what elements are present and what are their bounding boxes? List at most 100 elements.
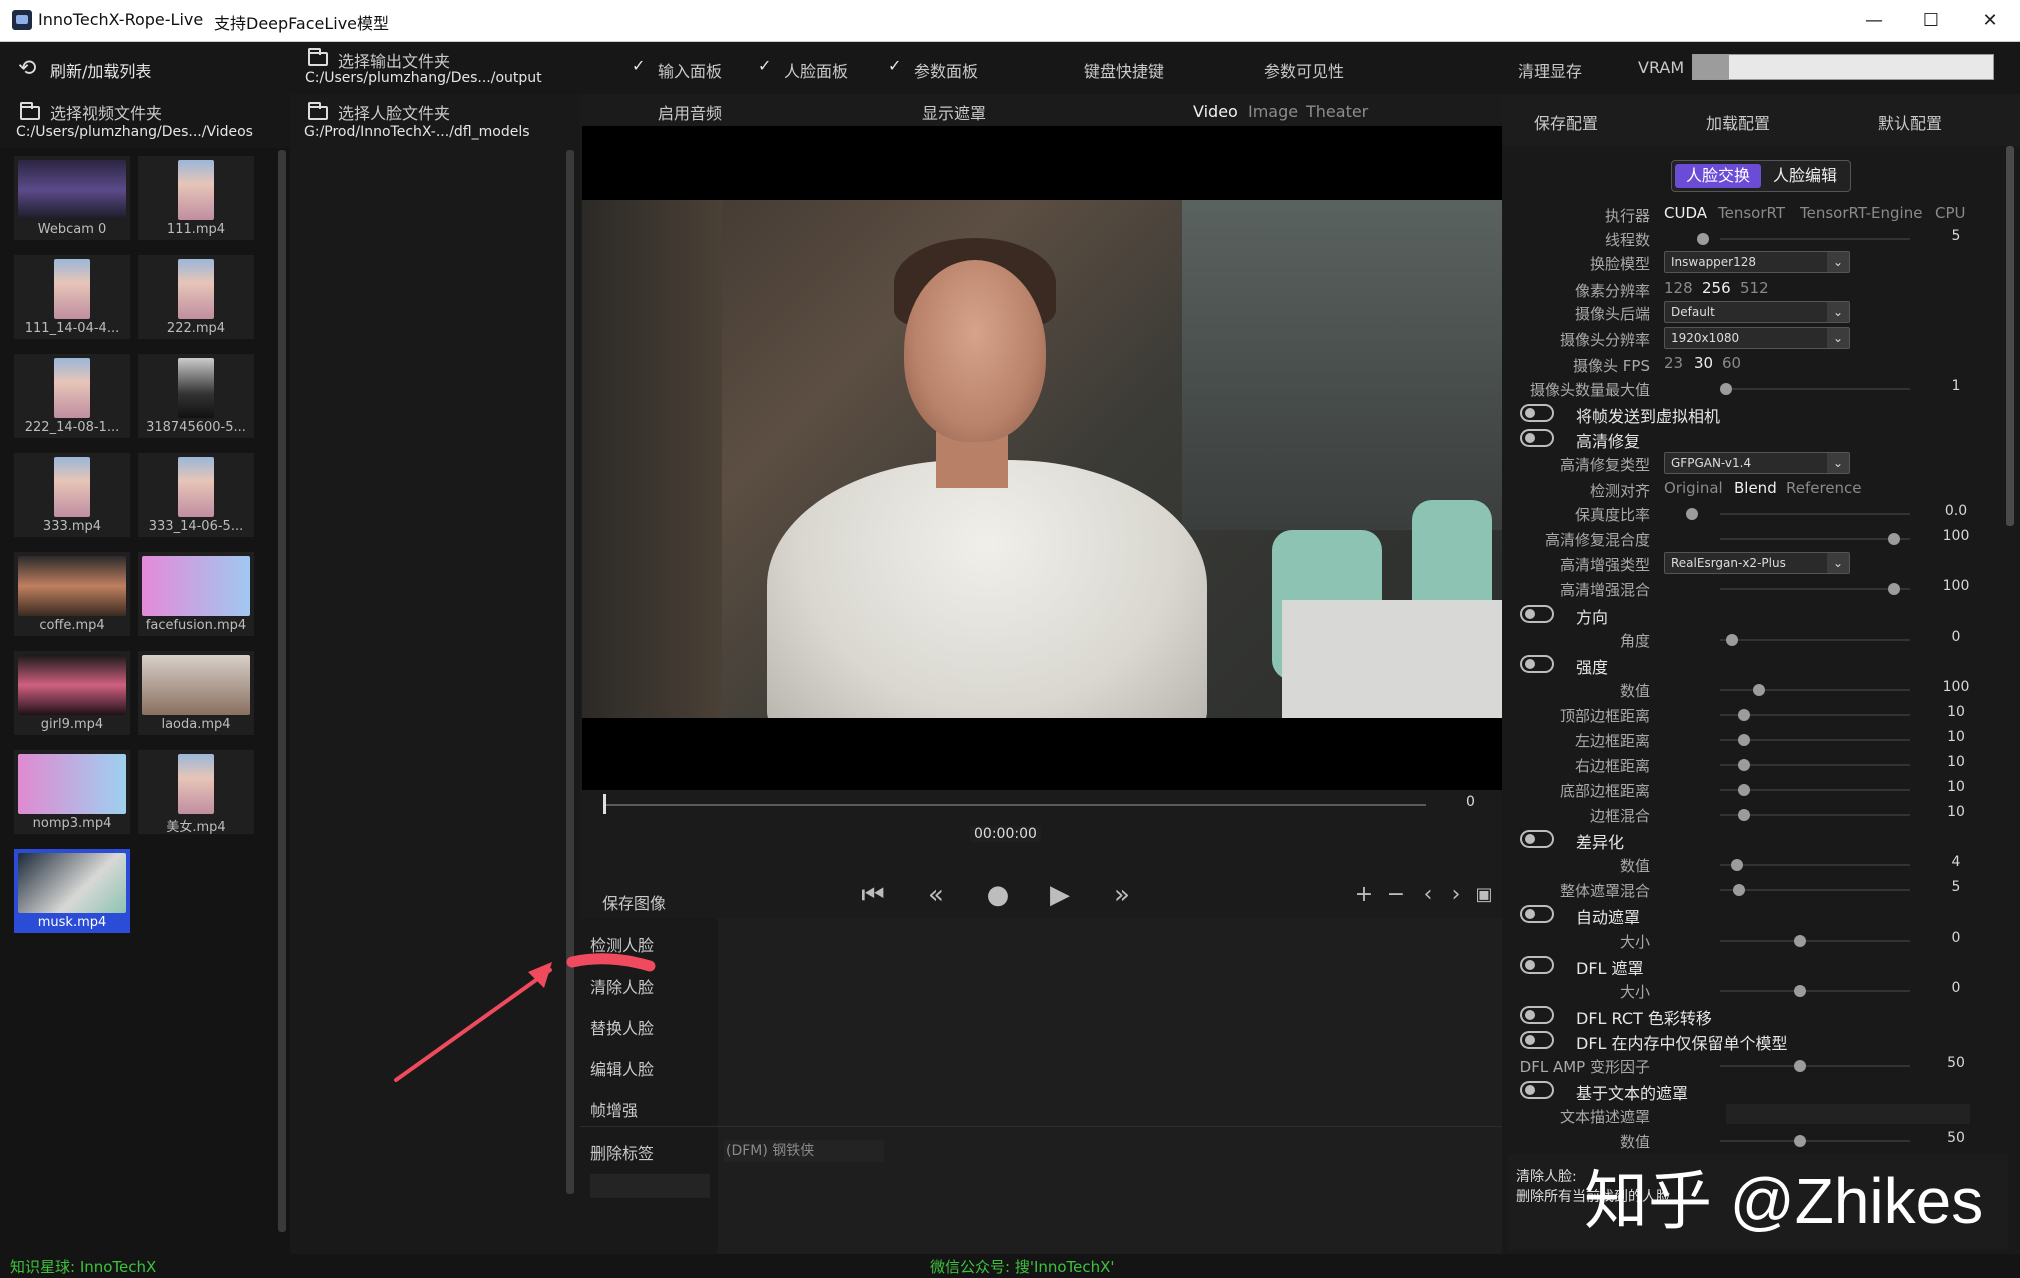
dfl-size-knob[interactable] — [1793, 985, 1806, 997]
clear-vram-button[interactable]: 清理显存 — [1518, 58, 1582, 82]
angle-track[interactable] — [1720, 639, 1910, 641]
hd-blend-knob[interactable] — [1887, 533, 1900, 545]
tab-theater[interactable]: Theater — [1306, 102, 1368, 121]
dfl-amp-knob[interactable] — [1793, 1060, 1806, 1072]
video-thumbnail[interactable]: 222.mp4 — [138, 255, 254, 339]
cam-max-knob[interactable] — [1719, 383, 1732, 395]
fidelity-track[interactable] — [1720, 513, 1910, 515]
bottom-border-knob[interactable] — [1737, 784, 1750, 796]
video-thumbnail[interactable]: coffe.mp4 — [14, 552, 130, 636]
video-thumbnail[interactable]: 333.mp4 — [14, 453, 130, 537]
hd-blend-track[interactable] — [1720, 538, 1910, 540]
video-thumbnail[interactable]: 美女.mp4 — [138, 750, 254, 835]
pixel-res-option[interactable]: 256 — [1702, 279, 1731, 297]
strength-value-track[interactable] — [1720, 689, 1910, 691]
auto-size-track[interactable] — [1720, 940, 1910, 942]
output-folder-button[interactable]: 选择输出文件夹 — [338, 48, 450, 72]
refresh-button[interactable]: 刷新/加载列表 — [50, 58, 151, 82]
video-thumbnail[interactable]: 333_14-06-5... — [138, 453, 254, 537]
param-panel-toggle[interactable]: 参数面板 — [914, 58, 978, 82]
border-blend-knob[interactable] — [1737, 809, 1750, 821]
tag-input[interactable] — [590, 1174, 710, 1198]
diff-value-track[interactable] — [1720, 864, 1910, 866]
text-value-knob[interactable] — [1793, 1135, 1806, 1147]
add-marker-icon[interactable]: + — [1346, 882, 1382, 907]
video-thumbnail[interactable]: laoda.mp4 — [138, 651, 254, 735]
virtual-cam-toggle[interactable] — [1520, 404, 1554, 422]
load-config-button[interactable]: 加载配置 — [1706, 110, 1770, 134]
dfl-single-toggle[interactable] — [1520, 1031, 1554, 1049]
frame-enhance-button[interactable]: 帧增强 — [590, 1097, 638, 1121]
rewind-icon[interactable]: « — [918, 880, 954, 910]
enhance-blend-knob[interactable] — [1887, 583, 1900, 595]
default-config-button[interactable]: 默认配置 — [1878, 110, 1942, 134]
remove-marker-icon[interactable]: − — [1378, 882, 1414, 907]
cam-backend-select[interactable]: Default ⌄ — [1664, 301, 1850, 323]
align-option[interactable]: Blend — [1734, 479, 1777, 497]
right-border-knob[interactable] — [1737, 759, 1750, 771]
executor-option[interactable]: TensorRT-Engine — [1800, 204, 1922, 222]
show-mask-button[interactable]: 显示遮罩 — [922, 100, 986, 124]
close-button[interactable]: ✕ — [1970, 6, 2010, 36]
timeline-track[interactable] — [604, 804, 1426, 806]
swap-model-select[interactable]: Inswapper128 ⌄ — [1664, 251, 1850, 273]
enhance-blend-track[interactable] — [1720, 588, 1910, 590]
text-mask-toggle[interactable] — [1520, 1081, 1554, 1099]
enhance-type-select[interactable]: RealEsrgan-x2-Plus ⌄ — [1664, 552, 1850, 574]
tab-video[interactable]: Video — [1193, 102, 1238, 121]
enable-audio-button[interactable]: 启用音频 — [658, 100, 722, 124]
executor-option[interactable]: TensorRT — [1718, 204, 1785, 222]
record-icon[interactable]: ● — [980, 880, 1016, 910]
top-border-knob[interactable] — [1737, 709, 1750, 721]
chevron-down-icon[interactable]: ⌄ — [1827, 453, 1849, 473]
video-scrollbar[interactable] — [278, 150, 286, 1232]
auto-size-knob[interactable] — [1793, 935, 1806, 947]
face-folder-button[interactable]: 选择人脸文件夹 — [338, 100, 450, 124]
tab-image[interactable]: Image — [1248, 102, 1298, 121]
text-mask-input[interactable] — [1726, 1104, 1970, 1124]
hd-restore-toggle[interactable] — [1520, 429, 1554, 447]
maximize-button[interactable]: ☐ — [1911, 6, 1951, 36]
chevron-down-icon[interactable]: ⌄ — [1827, 252, 1849, 272]
dfm-model-item[interactable]: (DFM) 钢铁侠 — [724, 1140, 884, 1162]
diff-value-knob[interactable] — [1730, 859, 1743, 871]
video-thumbnail[interactable]: 111.mp4 — [138, 156, 254, 240]
cam-fps-option[interactable]: 30 — [1694, 354, 1713, 372]
skip-to-start-icon[interactable]: ⏮ — [855, 880, 891, 911]
fidelity-knob[interactable] — [1686, 508, 1698, 520]
video-thumbnail[interactable]: facefusion.mp4 — [138, 552, 254, 636]
executor-option[interactable]: CUDA — [1664, 204, 1707, 222]
save-marker-icon[interactable]: ▣ — [1466, 884, 1502, 905]
video-thumbnail[interactable]: girl9.mp4 — [14, 651, 130, 735]
video-thumbnail[interactable]: nomp3.mp4 — [14, 750, 130, 834]
pixel-res-option[interactable]: 512 — [1740, 279, 1769, 297]
delete-tag-button[interactable]: 删除标签 — [590, 1140, 654, 1164]
keyboard-shortcuts-button[interactable]: 键盘快捷键 — [1084, 58, 1164, 82]
strength-toggle[interactable] — [1520, 655, 1554, 673]
hd-type-select[interactable]: GFPGAN-v1.4 ⌄ — [1664, 452, 1850, 474]
input-panel-toggle[interactable]: 输入面板 — [658, 58, 722, 82]
orientation-toggle[interactable] — [1520, 605, 1554, 623]
align-option[interactable]: Original — [1664, 479, 1723, 497]
face-panel-toggle[interactable]: 人脸面板 — [784, 58, 848, 82]
tab-face-swap[interactable]: 人脸交换 — [1675, 164, 1761, 188]
params-scrollbar[interactable] — [2006, 146, 2014, 526]
left-border-knob[interactable] — [1737, 734, 1750, 746]
minimize-button[interactable]: — — [1854, 6, 1894, 36]
video-thumbnail[interactable]: 111_14-04-4... — [14, 255, 130, 339]
save-image-button[interactable]: 保存图像 — [602, 890, 666, 914]
overall-mask-knob[interactable] — [1733, 884, 1746, 896]
param-visibility-button[interactable]: 参数可见性 — [1264, 58, 1344, 82]
video-thumbnail[interactable]: 222_14-08-1... — [14, 354, 130, 438]
text-value-track[interactable] — [1720, 1140, 1910, 1142]
dfl-size-track[interactable] — [1720, 990, 1910, 992]
fast-forward-icon[interactable]: » — [1104, 880, 1140, 910]
chevron-down-icon[interactable]: ⌄ — [1827, 302, 1849, 322]
auto-mask-toggle[interactable] — [1520, 905, 1554, 923]
pixel-res-option[interactable]: 128 — [1664, 279, 1693, 297]
diff-toggle[interactable] — [1520, 830, 1554, 848]
overall-mask-track[interactable] — [1720, 889, 1910, 891]
align-option[interactable]: Reference — [1786, 479, 1862, 497]
cam-max-track[interactable] — [1720, 388, 1910, 390]
threads-track[interactable] — [1720, 238, 1910, 240]
